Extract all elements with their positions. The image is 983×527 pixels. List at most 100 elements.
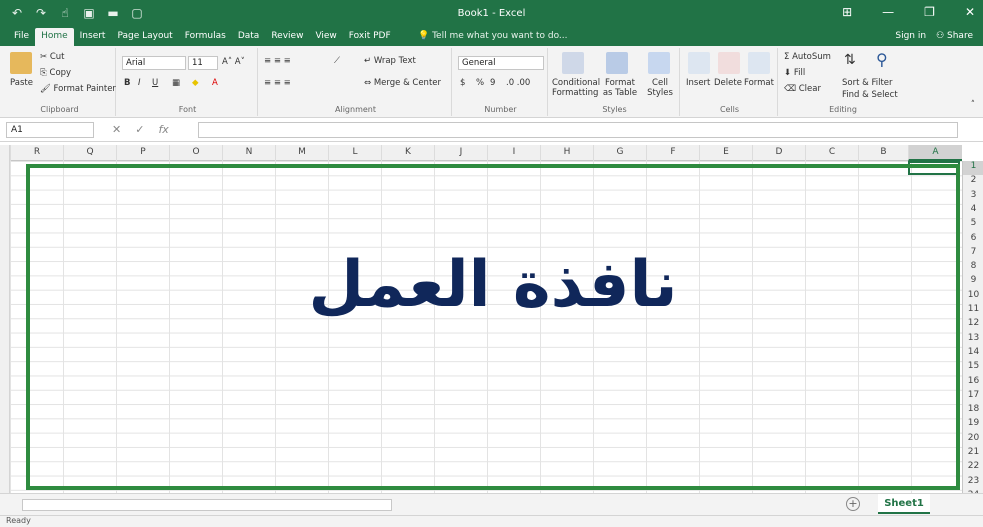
underline-button[interactable]: U: [152, 78, 158, 88]
font-name-select[interactable]: Arial: [122, 56, 186, 70]
insert-button[interactable]: Insert: [686, 78, 710, 88]
column-header[interactable]: C: [805, 145, 858, 161]
row-header[interactable]: 17: [963, 390, 983, 404]
align-top-icons[interactable]: ≡ ≡ ≡: [264, 56, 291, 66]
sheet-tab[interactable]: Sheet1: [878, 494, 930, 514]
name-box[interactable]: A1: [6, 122, 94, 138]
row-header[interactable]: 23: [963, 476, 983, 490]
paste-icon[interactable]: [10, 52, 32, 74]
tab-home[interactable]: Home: [35, 28, 74, 46]
column-header[interactable]: G: [593, 145, 646, 161]
column-header[interactable]: D: [752, 145, 805, 161]
column-header[interactable]: B: [858, 145, 908, 161]
column-header[interactable]: N: [222, 145, 275, 161]
column-header[interactable]: M: [275, 145, 328, 161]
collapse-ribbon-icon[interactable]: ˄: [971, 100, 975, 110]
sort-filter-icon[interactable]: ⇅: [844, 52, 856, 68]
delete-cells-icon[interactable]: [718, 52, 740, 74]
column-header[interactable]: F: [646, 145, 699, 161]
fx-icon[interactable]: fx: [158, 123, 168, 136]
italic-button[interactable]: I: [138, 78, 141, 88]
bold-button[interactable]: B: [124, 78, 130, 88]
tab-foxit-pdf[interactable]: Foxit PDF: [343, 28, 397, 46]
row-header[interactable]: 3: [963, 190, 983, 204]
row-header[interactable]: 13: [963, 333, 983, 347]
cell-styles-button[interactable]: Cell Styles: [644, 78, 676, 98]
column-header[interactable]: R: [10, 145, 63, 161]
minimize-icon[interactable]: —: [882, 5, 894, 19]
enter-icon[interactable]: ✓: [135, 123, 144, 136]
cut-button[interactable]: ✂ Cut: [40, 52, 64, 62]
tab-review[interactable]: Review: [265, 28, 309, 46]
comma-button[interactable]: 9: [490, 78, 495, 88]
number-format-select[interactable]: General: [458, 56, 544, 70]
fill-color-icon[interactable]: ◆: [192, 78, 199, 88]
sort-filter-button[interactable]: Sort & Filter: [842, 78, 893, 88]
tab-data[interactable]: Data: [232, 28, 266, 46]
currency-icon[interactable]: $: [460, 78, 465, 88]
row-header[interactable]: 19: [963, 418, 983, 432]
share-button[interactable]: ⚇ Share: [936, 31, 973, 41]
row-header[interactable]: 15: [963, 361, 983, 375]
row-header[interactable]: 6: [963, 233, 983, 247]
column-header[interactable]: I: [487, 145, 540, 161]
column-header[interactable]: Q: [63, 145, 116, 161]
add-sheet-icon[interactable]: +: [846, 497, 860, 511]
row-header[interactable]: 11: [963, 304, 983, 318]
fill-button[interactable]: ⬇ Fill: [784, 68, 805, 78]
tell-me-box[interactable]: 💡 Tell me what you want to do...: [418, 31, 568, 41]
format-cells-icon[interactable]: [748, 52, 770, 74]
row-header[interactable]: 16: [963, 376, 983, 390]
delete-button[interactable]: Delete: [714, 78, 742, 88]
row-header[interactable]: 9: [963, 275, 983, 289]
formula-input[interactable]: [198, 122, 958, 138]
close-icon[interactable]: ✕: [965, 5, 975, 19]
column-header[interactable]: O: [169, 145, 222, 161]
clear-button[interactable]: ⌫ Clear: [784, 84, 821, 94]
conditional-formatting-button[interactable]: Conditional Formatting: [552, 78, 600, 98]
column-header[interactable]: H: [540, 145, 593, 161]
percent-button[interactable]: %: [476, 78, 484, 88]
row-header[interactable]: 20: [963, 433, 983, 447]
cancel-icon[interactable]: ✕: [112, 123, 121, 136]
font-color-icon[interactable]: A: [212, 78, 218, 88]
row-header[interactable]: 10: [963, 290, 983, 304]
row-header[interactable]: 12: [963, 318, 983, 332]
column-header-active[interactable]: A: [908, 145, 962, 161]
ribbon-display-icon[interactable]: ⊞: [842, 5, 852, 19]
tab-insert[interactable]: Insert: [74, 28, 112, 46]
column-header[interactable]: J: [434, 145, 487, 161]
row-header[interactable]: 21: [963, 447, 983, 461]
find-select-button[interactable]: Find & Select: [842, 90, 898, 100]
format-painter-button[interactable]: 🖌 Format Painter: [40, 84, 116, 94]
row-header[interactable]: 2: [963, 175, 983, 189]
row-header[interactable]: 4: [963, 204, 983, 218]
tab-view[interactable]: View: [309, 28, 342, 46]
tab-page-layout[interactable]: Page Layout: [111, 28, 178, 46]
autosum-button[interactable]: Σ AutoSum: [784, 52, 831, 62]
decimal-icons[interactable]: .0 .00: [506, 78, 530, 88]
align-left-icons[interactable]: ≡ ≡ ≡: [264, 78, 291, 88]
insert-cells-icon[interactable]: [688, 52, 710, 74]
find-icon[interactable]: ⚲: [876, 50, 888, 69]
format-button[interactable]: Format: [744, 78, 774, 88]
font-size-select[interactable]: 11: [188, 56, 218, 70]
borders-icon[interactable]: ▦: [172, 78, 180, 88]
restore-icon[interactable]: ❐: [924, 5, 935, 19]
horizontal-scrollbar[interactable]: [22, 499, 392, 511]
tab-formulas[interactable]: Formulas: [179, 28, 232, 46]
orientation-icon[interactable]: ⟋: [334, 56, 340, 66]
row-header[interactable]: 22: [963, 461, 983, 475]
grow-font-icon[interactable]: A˄ A˅: [222, 57, 245, 67]
merge-center-button[interactable]: ⇔ Merge & Center: [364, 78, 441, 88]
format-as-table-button[interactable]: Format as Table: [600, 78, 640, 98]
tab-file[interactable]: File: [8, 28, 35, 46]
column-header[interactable]: K: [381, 145, 434, 161]
sign-in-link[interactable]: Sign in: [895, 31, 926, 41]
row-header[interactable]: 5: [963, 218, 983, 232]
column-header[interactable]: P: [116, 145, 169, 161]
paste-button[interactable]: Paste: [10, 78, 33, 88]
column-header[interactable]: L: [328, 145, 381, 161]
cell-styles-icon[interactable]: [648, 52, 670, 74]
copy-button[interactable]: ⎘ Copy: [40, 68, 71, 78]
